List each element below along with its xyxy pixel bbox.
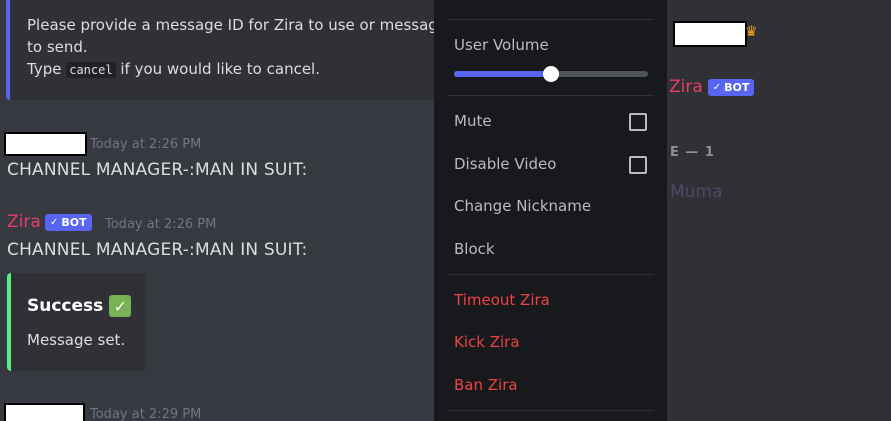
user-volume-slider[interactable] [454, 66, 648, 82]
cancel-code: cancel [66, 62, 116, 78]
menu-separator [448, 19, 654, 20]
verified-check-icon: ✓ [50, 217, 59, 228]
prompt-line-3-pre: Type [27, 60, 67, 78]
member-list-panel: ♛ Zira ✓ BOT E — 1 Muma [667, 0, 891, 421]
redacted-username [673, 21, 747, 47]
bot-badge-label: BOT [724, 80, 750, 94]
user-volume-label: User Volume [454, 36, 549, 54]
menu-item-kick[interactable]: Kick Zira [454, 333, 520, 351]
message-text: CHANNEL MANAGER-:MAN IN SUIT: [7, 240, 308, 260]
menu-separator [448, 95, 654, 96]
prompt-line-1: Please provide a message ID for Zira to … [27, 16, 434, 34]
prompt-line-3: Type cancel if you would like to cancel. [27, 58, 434, 81]
crown-icon: ♛ [745, 24, 758, 40]
bot-badge-label: BOT [61, 216, 87, 229]
member-item-zira[interactable]: Zira ✓ BOT [669, 77, 755, 97]
message-timestamp: Today at 2:26 PM [105, 217, 217, 232]
menu-item-disable-video[interactable]: Disable Video [454, 155, 556, 173]
mute-checkbox[interactable] [629, 113, 647, 131]
success-embed: Success ✓ Message set. [7, 273, 146, 371]
member-item-muma[interactable]: Muma [670, 182, 722, 202]
disable-video-checkbox[interactable] [629, 156, 647, 174]
menu-item-change-nickname[interactable]: Change Nickname [454, 197, 591, 215]
volume-slider-fill [454, 71, 551, 77]
bot-badge: ✓ BOT [707, 78, 755, 96]
embed-title-text: Success [27, 296, 104, 316]
embed-title: Success ✓ [27, 295, 132, 317]
user-context-menu: User Volume Mute Disable Video Change Ni… [434, 0, 667, 421]
verified-check-icon: ✓ [712, 81, 722, 93]
redacted-username [4, 132, 87, 156]
redacted-username [4, 403, 85, 421]
menu-item-timeout[interactable]: Timeout Zira [454, 291, 550, 309]
prompt-embed: Please provide a message ID for Zira to … [6, 0, 434, 100]
member-name: Zira [669, 77, 703, 97]
volume-slider-handle[interactable] [543, 66, 559, 82]
embed-description: Message set. [27, 331, 126, 349]
prompt-line-2: to send. [27, 38, 88, 56]
prompt-line-3-post: if you would like to cancel. [115, 60, 320, 78]
author-name[interactable]: Zira [7, 212, 41, 232]
chat-area: Please provide a message ID for Zira to … [0, 0, 434, 421]
menu-separator [448, 274, 654, 275]
menu-separator [448, 410, 654, 411]
message-timestamp: Today at 2:29 PM [90, 407, 202, 421]
message-text: CHANNEL MANAGER-:MAN IN SUIT: [7, 160, 308, 180]
bot-badge: ✓ BOT [45, 214, 92, 231]
menu-item-ban[interactable]: Ban Zira [454, 376, 518, 394]
menu-item-block[interactable]: Block [454, 240, 495, 258]
member-section-header: E — 1 [670, 145, 715, 160]
message-timestamp: Today at 2:26 PM [90, 137, 202, 152]
menu-item-mute[interactable]: Mute [454, 112, 492, 130]
check-mark-icon: ✓ [109, 295, 132, 317]
